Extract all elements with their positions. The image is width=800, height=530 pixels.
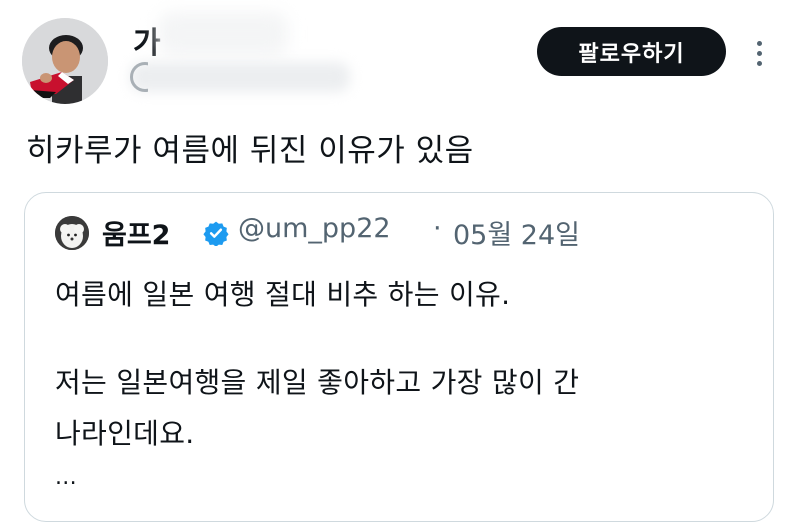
quote-author-name[interactable]: 움프2 bbox=[102, 213, 170, 252]
quote-avatar-image bbox=[55, 216, 89, 250]
name-redaction-blur bbox=[158, 12, 288, 56]
quote-text-line: 나라인데요. bbox=[55, 417, 195, 450]
meta-separator: · bbox=[433, 213, 442, 244]
quote-author-handle[interactable]: @um_pp22 bbox=[238, 213, 391, 244]
verified-badge-icon bbox=[203, 221, 229, 246]
quote-text-line: 저는 일본여행을 제일 좋아하고 가장 많이 간 bbox=[55, 366, 580, 399]
quote-text-ellipsis: ... bbox=[55, 465, 77, 490]
avatar-image bbox=[22, 18, 108, 104]
follow-button[interactable]: 팔로우하기 bbox=[537, 27, 726, 76]
more-options-icon[interactable] bbox=[746, 32, 772, 74]
quote-text-line: 여름에 일본 여행 절대 비추 하는 이유. bbox=[55, 278, 511, 311]
quote-date[interactable]: 05월 24일 bbox=[453, 213, 580, 252]
quoted-tweet-card[interactable]: 움프2 @um_pp22 · 05월 24일 여름에 일본 여행 절대 비추 하… bbox=[24, 192, 774, 522]
more-dot bbox=[756, 60, 762, 66]
tweet-text: 히카루가 여름에 뒤진 이유가 있음 bbox=[26, 133, 474, 169]
handle-redaction-blur bbox=[130, 62, 350, 92]
quote-avatar[interactable] bbox=[55, 216, 89, 250]
user-avatar[interactable] bbox=[22, 18, 108, 104]
more-dot bbox=[756, 50, 762, 56]
more-dot bbox=[756, 40, 762, 46]
